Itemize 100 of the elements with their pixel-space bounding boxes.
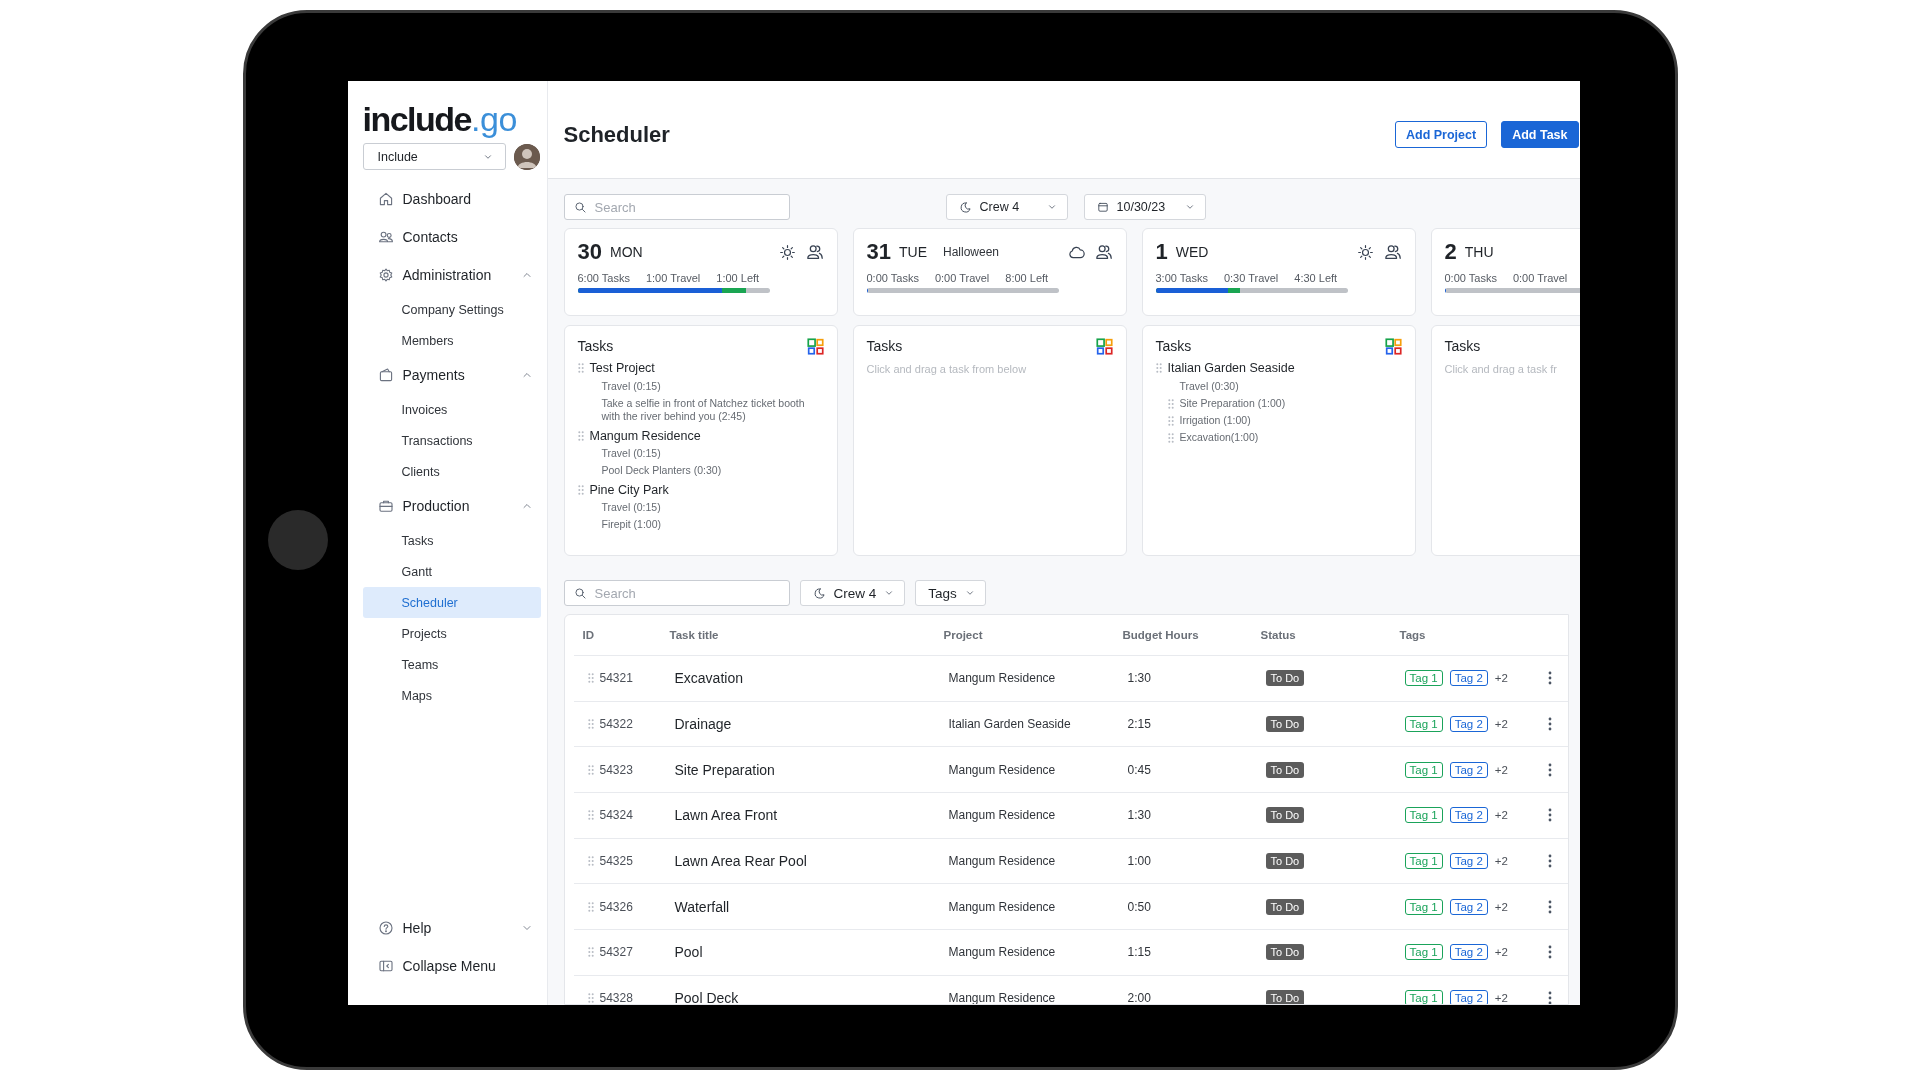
nav-item[interactable]: Payments: [362, 356, 541, 394]
more-icon[interactable]: [1547, 671, 1552, 686]
more-tags-count: +2: [1494, 809, 1508, 822]
column-header[interactable]: ID: [582, 629, 670, 641]
more-icon[interactable]: [1547, 717, 1552, 732]
tags-dropdown[interactable]: Tags: [915, 580, 986, 606]
more-icon[interactable]: [1547, 945, 1552, 960]
search-field[interactable]: Search: [563, 580, 790, 606]
nav-item[interactable]: Administration: [362, 256, 541, 294]
briefcase-icon: [377, 498, 394, 514]
add-task-button[interactable]: Add Task: [1501, 121, 1579, 148]
tag: Tag 2: [1449, 807, 1488, 824]
time-stat: 1:00 Travel: [645, 272, 701, 284]
nav-subitem[interactable]: Members: [362, 325, 541, 356]
table-cell-text: Site Preparation: [674, 761, 776, 778]
add-project-button[interactable]: Add Project: [1395, 121, 1488, 148]
drag-handle-icon[interactable]: [1155, 363, 1162, 373]
more-tags-count: +2: [1494, 718, 1508, 731]
search-icon: [573, 200, 587, 214]
more-icon[interactable]: [1547, 991, 1552, 1004]
column-header[interactable]: Status: [1260, 629, 1400, 641]
nav-subitem[interactable]: Maps: [362, 680, 541, 711]
tag: Tag 2: [1449, 990, 1488, 1004]
table-cell-text: Pool Deck: [674, 990, 740, 1004]
more-icon[interactable]: [1547, 762, 1552, 777]
page-title: Scheduler: [563, 121, 671, 148]
nav-subitem[interactable]: Company Settings: [362, 294, 541, 325]
drag-handle-icon[interactable]: [587, 856, 594, 867]
search-field[interactable]: Search: [563, 194, 790, 220]
nav-subitem[interactable]: Transactions: [362, 425, 541, 456]
nav-subitem[interactable]: Teams: [362, 649, 541, 680]
nav-subitem[interactable]: Scheduler: [362, 587, 541, 618]
drag-handle-icon[interactable]: [1167, 398, 1174, 409]
tasks-title: Tasks: [866, 338, 903, 354]
day-number: 2: [1444, 239, 1457, 265]
drag-handle-icon[interactable]: [587, 719, 594, 730]
column-header[interactable]: Task title: [669, 629, 944, 641]
chevron-down-icon: [1184, 202, 1195, 212]
avatar-icon[interactable]: [513, 143, 540, 170]
home-icon: [377, 191, 394, 207]
nav-item[interactable]: Contacts: [362, 218, 541, 256]
tag: Tag 1: [1404, 944, 1443, 961]
more-tags-count: +2: [1494, 672, 1508, 685]
crew-dropdown[interactable]: Crew 4: [945, 194, 1068, 220]
column-header[interactable]: Tags: [1399, 629, 1543, 641]
tag: Tag 2: [1449, 944, 1488, 961]
crew-dropdown[interactable]: Crew 4: [799, 580, 906, 606]
tag: Tag 1: [1404, 670, 1443, 687]
table-cell-text: Mangum Residence: [948, 945, 1057, 960]
nav-subitem[interactable]: Gantt: [362, 556, 541, 587]
drag-handle-icon[interactable]: [577, 430, 584, 441]
drag-handle-icon[interactable]: [587, 993, 594, 1004]
column-header[interactable]: Budget Hours: [1122, 629, 1261, 641]
drag-handle-icon[interactable]: [1167, 432, 1174, 443]
status-badge: To Do: [1265, 761, 1305, 778]
logo: include.go: [362, 99, 518, 139]
nav-subitem[interactable]: Projects: [362, 618, 541, 649]
workspace-dropdown[interactable]: Include: [362, 143, 506, 170]
nav-item[interactable]: Help: [362, 909, 541, 947]
status-badge: To Do: [1265, 853, 1305, 870]
drag-handle-icon[interactable]: [577, 484, 584, 495]
nav-subitem[interactable]: Invoices: [362, 394, 541, 425]
more-tags-count: +2: [1494, 855, 1508, 868]
table-cell: 54322: [599, 717, 633, 732]
nav-item[interactable]: Production: [362, 487, 541, 525]
more-icon[interactable]: [1547, 854, 1552, 869]
more-tags-count: +2: [1494, 763, 1508, 776]
nav-subitem[interactable]: Tasks: [362, 525, 541, 556]
nav-item[interactable]: Dashboard: [362, 180, 541, 218]
status-badge: To Do: [1265, 716, 1305, 733]
table-cell: 54323: [599, 762, 633, 777]
nav-subitem[interactable]: Clients: [362, 456, 541, 487]
table-cell: 54321: [599, 671, 633, 686]
table-cell-text: Drainage: [674, 716, 733, 733]
more-icon[interactable]: [1547, 899, 1552, 914]
date-picker[interactable]: 10/30/23: [1083, 194, 1206, 220]
grid-icon[interactable]: [1384, 337, 1402, 355]
drag-handle-icon[interactable]: [587, 947, 594, 958]
column-header[interactable]: Project: [943, 629, 1123, 641]
people-icon: [1094, 243, 1113, 261]
empty-hint: Click and drag a task fr: [1444, 363, 1558, 375]
drag-handle-icon[interactable]: [587, 810, 594, 821]
grid-icon[interactable]: [1095, 337, 1113, 355]
tag: Tag 2: [1449, 716, 1488, 733]
drag-handle-icon[interactable]: [1167, 415, 1174, 426]
grid-icon[interactable]: [806, 337, 824, 355]
drag-handle-icon[interactable]: [587, 764, 594, 775]
drag-handle-icon[interactable]: [587, 901, 594, 912]
nav-item[interactable]: Collapse Menu: [362, 947, 541, 985]
more-icon[interactable]: [1547, 808, 1552, 823]
table-cell-text: Italian Garden Seaside: [948, 717, 1072, 732]
tasks-title: Tasks: [1155, 338, 1192, 354]
search-icon: [573, 586, 587, 600]
time-stat: 4:30 Left: [1294, 272, 1338, 284]
drag-handle-icon[interactable]: [587, 673, 594, 684]
table-cell-text: 1:00: [1127, 854, 1152, 869]
time-stat: 8:00 Left: [1005, 272, 1049, 284]
drag-handle-icon[interactable]: [577, 363, 584, 373]
status-badge: To Do: [1265, 990, 1305, 1004]
time-stat: 0:00 Travel: [934, 272, 990, 284]
